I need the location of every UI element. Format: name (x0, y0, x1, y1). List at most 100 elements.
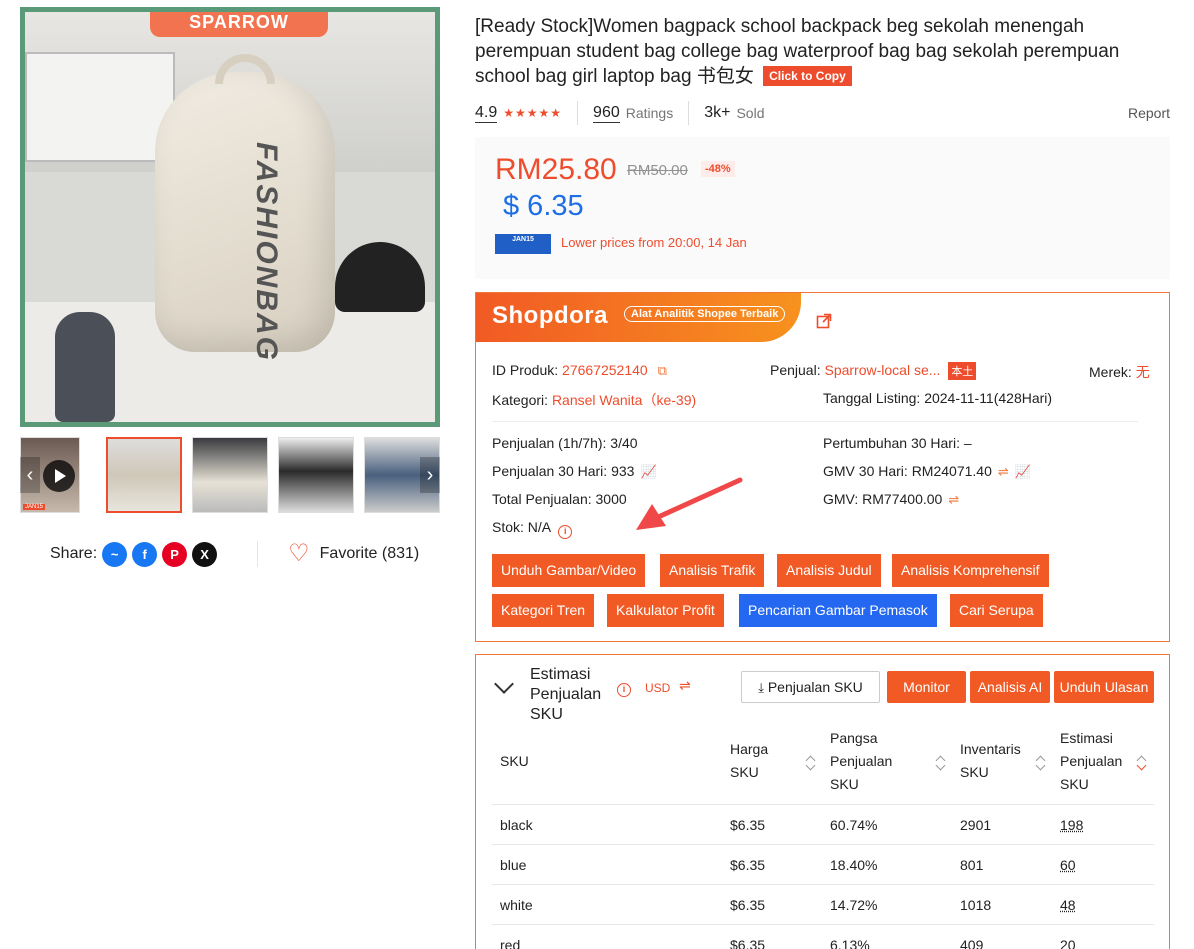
download-media-button[interactable]: Unduh Gambar/Video (492, 554, 645, 587)
stock-row: Stok: N/A i (492, 519, 568, 537)
sku-sales-panel: Estimasi Penjualan SKU i USD ⇌ ⤓ Penjual… (475, 654, 1170, 949)
product-title: [Ready Stock]Women bagpack school backpa… (475, 14, 1175, 89)
heart-icon[interactable]: ♡ (288, 542, 310, 566)
sku-price: $6.35 (730, 817, 765, 833)
rating-value[interactable]: 4.9 (475, 104, 497, 123)
thumbnail-strip: JAN15 ‹ › (20, 437, 440, 513)
sort-icon[interactable] (1036, 754, 1046, 770)
currency-label: USD (645, 681, 670, 695)
sku-name: blue (500, 857, 526, 873)
download-reviews-button[interactable]: Unduh Ulasan (1054, 671, 1154, 703)
sku-name: black (500, 817, 533, 833)
listing-date: 2024-11-11(428Hari) (924, 390, 1052, 406)
sku-price: $6.35 (730, 857, 765, 873)
supplier-image-search-button[interactable]: Pencarian Gambar Pemasok (739, 594, 937, 627)
discount-badge: -48% (701, 161, 735, 177)
col-header-est-sales[interactable]: Estimasi Penjualan SKU (1060, 727, 1130, 796)
sku-share: 14.72% (830, 897, 877, 913)
exchange-icon[interactable]: ⇌ (998, 464, 1009, 479)
sku-price: $6.35 (730, 897, 765, 913)
title-analysis-button[interactable]: Analisis Judul (777, 554, 881, 587)
sku-share: 60.74% (830, 817, 877, 833)
ratings-count[interactable]: 960 (593, 104, 620, 123)
gmv-row: GMV: RM77400.00 ⇌ (823, 491, 959, 508)
sku-share: 18.40% (830, 857, 877, 873)
gmv-30-days: GMV 30 Hari: RM24071.40 (823, 463, 992, 479)
sku-price: $6.35 (730, 937, 765, 949)
find-similar-button[interactable]: Cari Serupa (950, 594, 1043, 627)
comprehensive-analysis-button[interactable]: Analisis Komprehensif (892, 554, 1049, 587)
local-seller-tag: 本土 (948, 362, 976, 380)
stock-value: Stok: N/A (492, 519, 550, 535)
report-link[interactable]: Report (1128, 105, 1170, 121)
image-toy (55, 312, 115, 422)
price-box: RM25.80 RM50.00 -48% $ 6.35 JAN15 Lower … (475, 137, 1170, 279)
sold-count: 3k+ (704, 104, 730, 122)
image-helmet (335, 242, 425, 312)
listing-date-row: Tanggal Listing: 2024-11-11(428Hari) (823, 390, 1052, 406)
monitor-button[interactable]: Monitor (887, 671, 966, 703)
col-header-inventory[interactable]: Inventaris SKU (960, 738, 1040, 784)
seller-link[interactable]: Sparrow-local se... (824, 362, 940, 378)
category-row: Kategori: Ransel Wanita（ke-39) (492, 390, 696, 410)
usd-price: $ 6.35 (503, 190, 584, 223)
backpack-picture: FASHIONBAG (155, 72, 335, 352)
seller-row: Penjual: Sparrow-local se... 本土 (770, 362, 976, 380)
product-main-image[interactable]: FASHIONBAG SPARROW (20, 7, 440, 427)
product-id-row: ID Produk: 27667252140 ⧉ (492, 362, 667, 379)
currency-switch-icon[interactable]: ⇌ (679, 677, 691, 694)
sku-est-sales[interactable]: 198 (1060, 817, 1083, 833)
copy-icon[interactable]: ⧉ (658, 363, 667, 378)
col-header-price[interactable]: Harga SKU (730, 738, 790, 784)
sku-inventory: 801 (960, 857, 983, 873)
shopdora-header: Shopdora Alat Analitik Shopee Terbaik (476, 293, 801, 342)
col-header-share[interactable]: Pangsa Penjualan SKU (830, 727, 920, 796)
ai-analysis-button[interactable]: Analisis AI (970, 671, 1050, 703)
product-id[interactable]: 27667252140 (562, 362, 648, 378)
thumbnail-1[interactable] (106, 437, 182, 513)
pinterest-icon[interactable]: P (162, 542, 187, 567)
rating-stars-icon: ★★★★★ (503, 106, 562, 120)
gmv-total: GMV: RM77400.00 (823, 491, 942, 507)
info-icon[interactable]: i (617, 683, 631, 697)
share-label: Share: (50, 545, 97, 563)
export-sku-button[interactable]: ⤓ Penjualan SKU (741, 671, 880, 703)
profit-calculator-button[interactable]: Kalkulator Profit (607, 594, 724, 627)
trend-chart-icon[interactable]: 📈 (1015, 464, 1031, 479)
exchange-icon[interactable]: ⇌ (948, 492, 959, 507)
download-icon: ⤓ (758, 680, 764, 695)
thumbnail-3[interactable] (278, 437, 354, 513)
external-link-icon[interactable] (816, 313, 832, 329)
promo-badge-icon: JAN15 (495, 234, 551, 254)
category-trend-button[interactable]: Kategori Tren (492, 594, 594, 627)
sort-icon[interactable] (806, 754, 816, 770)
sort-icon[interactable] (936, 754, 946, 770)
category-link[interactable]: Ransel Wanita（ke-39) (552, 392, 696, 408)
favorite-count[interactable]: Favorite (831) (320, 545, 420, 563)
sku-panel-title: Estimasi Penjualan SKU (530, 665, 610, 725)
backpack-print: FASHIONBAG (203, 142, 283, 312)
sort-icon[interactable] (1137, 754, 1147, 770)
annotation-arrow-icon (632, 476, 744, 536)
info-icon[interactable]: i (558, 525, 572, 539)
current-price: RM25.80 (495, 153, 617, 187)
x-icon[interactable]: X (192, 542, 217, 567)
chevron-down-icon[interactable] (494, 674, 514, 694)
original-price: RM50.00 (627, 162, 688, 179)
thumbnail-next-button[interactable]: › (420, 457, 440, 493)
thumbnail-2[interactable] (192, 437, 268, 513)
thumbnail-prev-button[interactable]: ‹ (20, 457, 40, 493)
sku-est-sales[interactable]: 60 (1060, 857, 1076, 873)
messenger-icon[interactable]: ~ (102, 542, 127, 567)
copy-title-button[interactable]: Click to Copy (763, 66, 852, 86)
share-row: Share: ~ f P X ♡ Favorite (831) (50, 540, 419, 568)
sku-est-sales[interactable]: 20 (1060, 937, 1076, 949)
sales-30-days: Penjualan 30 Hari: 933 (492, 463, 634, 479)
facebook-icon[interactable]: f (132, 542, 157, 567)
sku-inventory: 2901 (960, 817, 991, 833)
sku-name: red (500, 937, 520, 949)
traffic-analysis-button[interactable]: Analisis Trafik (660, 554, 764, 587)
play-icon (43, 460, 75, 492)
sku-est-sales[interactable]: 48 (1060, 897, 1076, 913)
share-divider (257, 541, 258, 567)
